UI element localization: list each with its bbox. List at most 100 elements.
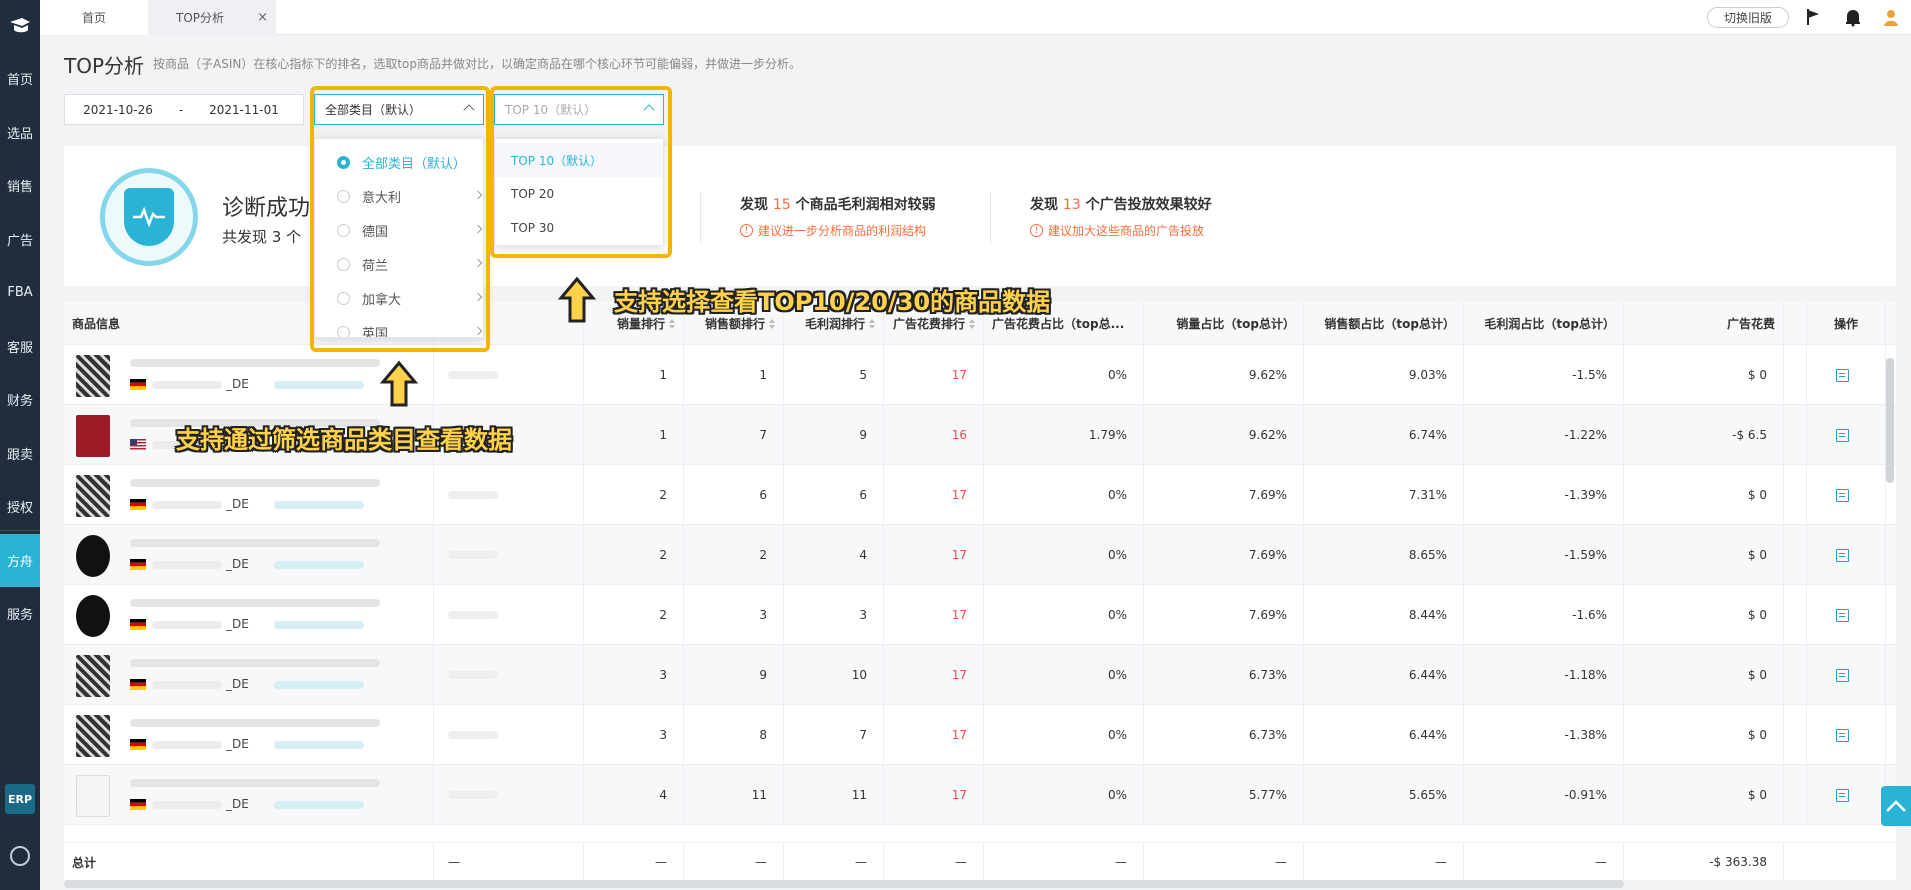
total-dash: — [584, 843, 684, 880]
sidebar-item[interactable]: 授权 [0, 480, 40, 534]
product-image[interactable] [76, 715, 110, 757]
product-image[interactable] [76, 475, 110, 517]
product-info-cell[interactable]: _DE [64, 645, 434, 705]
operation-cell [1806, 765, 1886, 825]
profit-share: -1.39% [1464, 465, 1624, 525]
sidebar-item[interactable]: FBA [0, 266, 40, 320]
bell-icon[interactable] [1843, 7, 1863, 27]
revenue-share: 6.44% [1304, 705, 1464, 765]
product-name-blurred[interactable] [130, 359, 380, 367]
product-image[interactable] [76, 535, 110, 577]
sidebar-item[interactable]: 跟卖 [0, 427, 40, 481]
detail-icon[interactable] [1835, 668, 1849, 682]
product-name-blurred[interactable] [130, 539, 380, 547]
asin-link-blurred[interactable] [274, 801, 364, 809]
table-row: _DE 4 11 11 17 0% 5.77% 5.65% -0.91% $ 0 [64, 765, 1896, 825]
detail-icon[interactable] [1835, 548, 1849, 562]
asin-link-blurred[interactable] [274, 561, 364, 569]
germany-flag-icon [130, 799, 146, 810]
tab-top-analysis[interactable]: TOP分析 × [148, 0, 276, 35]
horizontal-scrollbar[interactable] [64, 880, 1624, 888]
asin-link-blurred[interactable] [274, 621, 364, 629]
sidebar-item[interactable]: 销售 [0, 159, 40, 213]
sales-rank: 2 [584, 465, 684, 525]
sales-rank: 2 [584, 525, 684, 585]
sort-icon[interactable] [669, 318, 675, 329]
asin-link-blurred[interactable] [274, 741, 364, 749]
erp-button[interactable]: ERP [5, 784, 35, 814]
ad-spend: $ 0 [1624, 465, 1784, 525]
product-image[interactable] [76, 655, 110, 697]
date-range-picker[interactable]: 2021-10-26 - 2021-11-01 [64, 94, 304, 125]
ad-share: 0% [984, 705, 1144, 765]
total-dash: — [984, 843, 1144, 880]
ad-rank: 17 [884, 765, 984, 825]
product-info-cell[interactable]: _DE [64, 465, 434, 525]
sidebar-item[interactable]: 首页 [0, 52, 40, 106]
operation-cell [1806, 585, 1886, 645]
product-info-cell[interactable]: _DE [64, 525, 434, 585]
product-image[interactable] [76, 355, 110, 397]
detail-icon[interactable] [1835, 788, 1849, 802]
back-to-top-button[interactable] [1881, 786, 1911, 826]
detail-icon[interactable] [1835, 428, 1849, 442]
asin-link-blurred[interactable] [274, 501, 364, 509]
product-name-blurred[interactable] [130, 599, 380, 607]
sort-icon[interactable] [969, 318, 975, 329]
sidebar-item[interactable]: 选品 [0, 106, 40, 160]
switch-old-version-button[interactable]: 切换旧版 [1707, 7, 1789, 28]
vertical-scrollbar[interactable] [1886, 358, 1894, 483]
product-image[interactable] [76, 595, 110, 637]
operation-cell [1806, 345, 1886, 405]
col-revenue-share: 销售额占比（top总计） [1304, 302, 1464, 345]
profit-share: -0.91% [1464, 765, 1624, 825]
detail-icon[interactable] [1835, 608, 1849, 622]
sidebar-item[interactable]: 广告 [0, 213, 40, 267]
germany-flag-icon [130, 559, 146, 570]
marketplace-suffix: _DE [226, 797, 249, 811]
detail-icon[interactable] [1835, 488, 1849, 502]
sidebar-item[interactable]: 财务 [0, 373, 40, 427]
product-image[interactable] [76, 415, 110, 457]
sidebar-item-label: 首页 [6, 73, 33, 89]
product-info-cell[interactable]: _DE [64, 345, 434, 405]
sort-icon[interactable] [769, 318, 775, 329]
end-date[interactable]: 2021-11-01 [191, 103, 297, 117]
start-date[interactable]: 2021-10-26 [65, 103, 171, 117]
product-name-blurred[interactable] [130, 479, 380, 487]
sales-rank: 1 [584, 345, 684, 405]
product-info-cell[interactable]: _DE [64, 585, 434, 645]
flag-icon[interactable] [1803, 7, 1823, 27]
help-icon[interactable] [10, 846, 30, 866]
detail-icon[interactable] [1835, 368, 1849, 382]
detail-icon[interactable] [1835, 728, 1849, 742]
germany-flag-icon [130, 679, 146, 690]
product-image[interactable] [76, 775, 110, 817]
sidebar-item[interactable]: 服务 [0, 587, 40, 641]
product-name-blurred[interactable] [130, 779, 380, 787]
revenue-rank: 8 [684, 705, 784, 765]
extra-info-blurred [448, 371, 498, 379]
sidebar-item[interactable]: 方舟 [0, 533, 40, 587]
asin-link-blurred[interactable] [274, 681, 364, 689]
product-name-blurred[interactable] [130, 659, 380, 667]
profit-rank: 3 [784, 585, 884, 645]
avatar-icon[interactable] [1881, 7, 1901, 27]
product-info-cell[interactable]: _DE [64, 765, 434, 825]
sidebar-item[interactable]: 客服 [0, 320, 40, 374]
asin-link-blurred[interactable] [274, 381, 364, 389]
finding-prefix: 发现 [740, 197, 773, 213]
app-logo[interactable] [0, 0, 40, 52]
sort-icon[interactable] [869, 318, 875, 329]
finding-suggestion[interactable]: 建议进一步分析商品的利润结构 [758, 222, 926, 239]
operation-cell [1806, 465, 1886, 525]
product-name-blurred[interactable] [130, 719, 380, 727]
product-info-cell[interactable]: _DE [64, 705, 434, 765]
close-tab-icon[interactable]: × [257, 10, 268, 25]
sidebar-item-label: 授权 [6, 501, 33, 517]
tab-home[interactable]: 首页 [40, 0, 148, 35]
profit-share: -1.6% [1464, 585, 1624, 645]
page-description: 按商品（子ASIN）在核心指标下的排名，选取top商品并做对比，以确定商品在哪个… [153, 57, 802, 71]
ad-share: 0% [984, 525, 1144, 585]
finding-suggestion[interactable]: 建议加大这些商品的广告投放 [1048, 222, 1204, 239]
